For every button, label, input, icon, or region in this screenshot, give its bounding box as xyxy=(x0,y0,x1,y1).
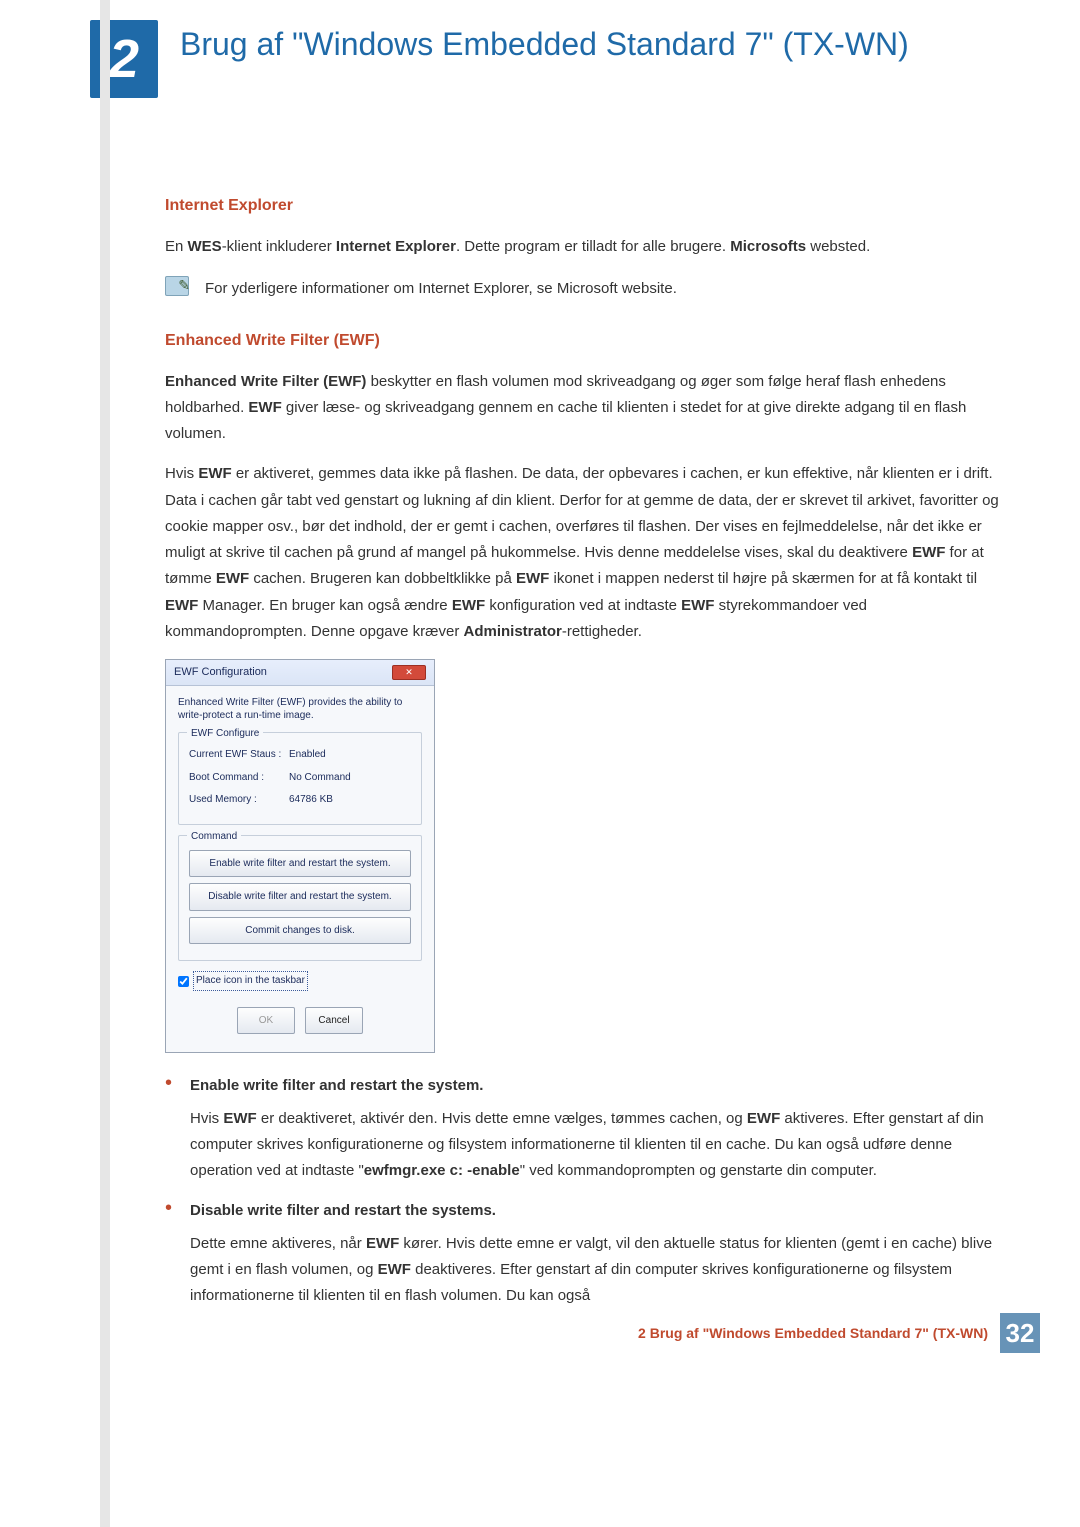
text: websted. xyxy=(806,238,870,255)
text-bold: Microsofts xyxy=(730,238,806,255)
ewf-paragraph-2: Hvis EWF er aktiveret, gemmes data ikke … xyxy=(165,461,1000,645)
memory-value: 64786 KB xyxy=(289,791,333,809)
left-margin-bar xyxy=(100,0,110,1527)
text: . Dette program er tilladt for alle brug… xyxy=(456,238,730,255)
text-bold: EWF xyxy=(378,1261,411,1278)
dialog-title: EWF Configuration xyxy=(174,663,267,682)
note-icon xyxy=(165,276,189,296)
enable-button[interactable]: Enable write filter and restart the syst… xyxy=(189,850,411,878)
group-legend: Command xyxy=(187,828,241,846)
list-item: • Disable write filter and restart the s… xyxy=(165,1198,1000,1309)
text: Dette emne aktiveres, når xyxy=(190,1235,366,1252)
status-label: Current EWF Staus : xyxy=(189,746,289,764)
bullet-title: Enable write filter and restart the syst… xyxy=(190,1073,1000,1099)
list-item: • Enable write filter and restart the sy… xyxy=(165,1073,1000,1184)
text: En xyxy=(165,238,188,255)
text-bold: ewfmgr.exe c: -enable xyxy=(364,1162,520,1179)
text-bold: EWF xyxy=(248,399,281,416)
note-block: For yderligere informationer om Internet… xyxy=(165,276,1000,302)
text-bold: EWF xyxy=(198,465,231,482)
text: " ved kommandoprompten og genstarte din … xyxy=(520,1162,877,1179)
commit-button[interactable]: Commit changes to disk. xyxy=(189,917,411,945)
heading-ewf: Enhanced Write Filter (EWF) xyxy=(165,327,1000,355)
text-bold: Administrator xyxy=(464,623,562,640)
text: Hvis xyxy=(190,1110,223,1127)
text-bold: EWF xyxy=(912,544,945,561)
note-text: For yderligere informationer om Internet… xyxy=(205,276,677,302)
dialog-description: Enhanced Write Filter (EWF) provides the… xyxy=(178,696,422,722)
text-bold: EWF xyxy=(216,570,249,587)
boot-row: Boot Command : No Command xyxy=(189,769,411,787)
footer-text: 2 Brug af "Windows Embedded Standard 7" … xyxy=(638,1325,988,1341)
ewf-configure-group: EWF Configure Current EWF Staus : Enable… xyxy=(178,732,422,825)
taskbar-checkbox-row: Place icon in the taskbar xyxy=(178,971,422,991)
taskbar-checkbox[interactable] xyxy=(178,976,189,987)
text-bold: EWF xyxy=(366,1235,399,1252)
status-row: Current EWF Staus : Enabled xyxy=(189,746,411,764)
text-bold: Enhanced Write Filter (EWF) xyxy=(165,373,366,390)
text-bold: EWF xyxy=(747,1110,780,1127)
text: giver læse- og skriveadgang gennem en ca… xyxy=(165,399,966,442)
status-value: Enabled xyxy=(289,746,326,764)
bullet-icon: • xyxy=(165,1198,172,1309)
text: konfiguration ved at indtaste xyxy=(485,597,681,614)
text-bold: EWF xyxy=(452,597,485,614)
ok-button[interactable]: OK xyxy=(237,1007,295,1035)
memory-label: Used Memory : xyxy=(189,791,289,809)
ewf-paragraph-1: Enhanced Write Filter (EWF) beskytter en… xyxy=(165,369,1000,448)
ewf-option-list: • Enable write filter and restart the sy… xyxy=(165,1073,1000,1309)
cancel-button[interactable]: Cancel xyxy=(305,1007,363,1035)
text-bold: WES xyxy=(188,238,222,255)
heading-internet-explorer: Internet Explorer xyxy=(165,192,1000,220)
text-bold: EWF xyxy=(223,1110,256,1127)
bullet-title: Disable write filter and restart the sys… xyxy=(190,1198,1000,1224)
text: -rettigheder. xyxy=(562,623,642,640)
ie-paragraph: En WES-klient inkluderer Internet Explor… xyxy=(165,234,1000,260)
text-bold: Internet Explorer xyxy=(336,238,456,255)
boot-value: No Command xyxy=(289,769,351,787)
text: cachen. Brugeren kan dobbeltklikke på xyxy=(249,570,516,587)
text-bold: EWF xyxy=(516,570,549,587)
dialog-titlebar: EWF Configuration ✕ xyxy=(166,660,434,686)
bullet-text: Hvis EWF er deaktiveret, aktivér den. Hv… xyxy=(190,1106,1000,1185)
page-header: 2 Brug af "Windows Embedded Standard 7" … xyxy=(0,0,1080,108)
command-group: Command Enable write filter and restart … xyxy=(178,835,422,962)
text: Hvis xyxy=(165,465,198,482)
group-legend: EWF Configure xyxy=(187,725,263,743)
text: er deaktiveret, aktivér den. Hvis dette … xyxy=(257,1110,747,1127)
page-number: 32 xyxy=(1000,1313,1040,1353)
disable-button[interactable]: Disable write filter and restart the sys… xyxy=(189,883,411,911)
memory-row: Used Memory : 64786 KB xyxy=(189,791,411,809)
page-title: Brug af "Windows Embedded Standard 7" (T… xyxy=(180,20,909,66)
dialog-footer: OK Cancel xyxy=(178,1001,422,1041)
text-bold: EWF xyxy=(165,597,198,614)
bullet-text: Dette emne aktiveres, når EWF kører. Hvi… xyxy=(190,1231,1000,1310)
taskbar-checkbox-label: Place icon in the taskbar xyxy=(193,971,308,991)
page-footer: 2 Brug af "Windows Embedded Standard 7" … xyxy=(638,1313,1040,1353)
page-content: Internet Explorer En WES-klient inkluder… xyxy=(0,108,1080,1363)
text: ikonet i mappen nederst til højre på skæ… xyxy=(549,570,977,587)
close-icon[interactable]: ✕ xyxy=(392,665,426,680)
text-bold: EWF xyxy=(681,597,714,614)
text: -klient inkluderer xyxy=(222,238,336,255)
dialog-body: Enhanced Write Filter (EWF) provides the… xyxy=(166,686,434,1052)
text: Manager. En bruger kan også ændre xyxy=(198,597,452,614)
bullet-icon: • xyxy=(165,1073,172,1184)
boot-label: Boot Command : xyxy=(189,769,289,787)
text: er aktiveret, gemmes data ikke på flashe… xyxy=(165,465,999,561)
ewf-dialog: EWF Configuration ✕ Enhanced Write Filte… xyxy=(165,659,435,1053)
